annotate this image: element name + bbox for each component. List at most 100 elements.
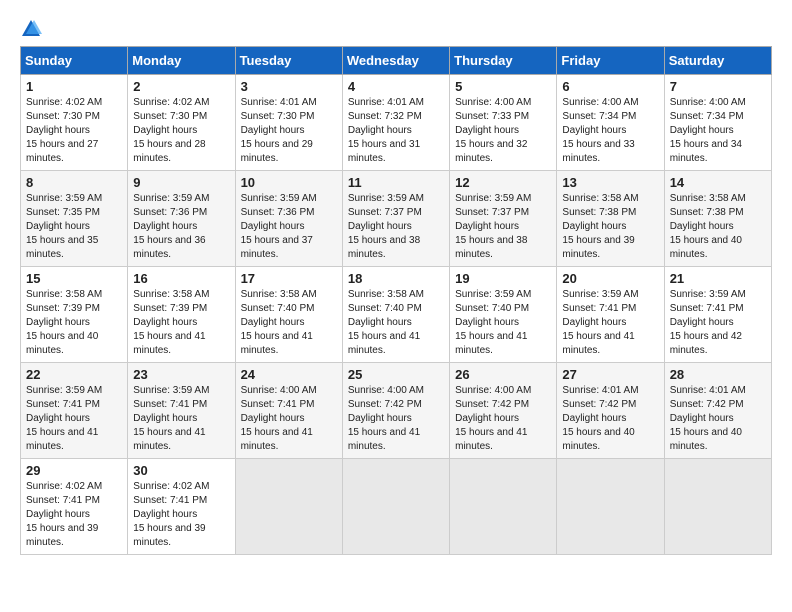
calendar-cell: 22 Sunrise: 3:59 AMSunset: 7:41 PMDayligh…: [21, 363, 128, 459]
day-number: 6: [562, 79, 658, 94]
calendar-cell: 30 Sunrise: 4:02 AMSunset: 7:41 PMDayligh…: [128, 459, 235, 555]
calendar-cell: 14 Sunrise: 3:58 AMSunset: 7:38 PMDayligh…: [664, 171, 771, 267]
cell-details: Sunrise: 4:00 AMSunset: 7:41 PMDaylight …: [241, 385, 317, 452]
day-number: 8: [26, 175, 122, 190]
calendar-cell: [557, 459, 664, 555]
day-number: 20: [562, 271, 658, 286]
cell-details: Sunrise: 3:59 AMSunset: 7:35 PMDaylight …: [26, 193, 102, 260]
calendar-cell: 18 Sunrise: 3:58 AMSunset: 7:40 PMDayligh…: [342, 267, 449, 363]
week-row-4: 29 Sunrise: 4:02 AMSunset: 7:41 PMDayligh…: [21, 459, 772, 555]
day-number: 14: [670, 175, 766, 190]
calendar-cell: 5 Sunrise: 4:00 AMSunset: 7:33 PMDaylight…: [450, 75, 557, 171]
calendar-cell: 28 Sunrise: 4:01 AMSunset: 7:42 PMDayligh…: [664, 363, 771, 459]
cell-details: Sunrise: 4:00 AMSunset: 7:34 PMDaylight …: [562, 97, 638, 164]
cell-details: Sunrise: 4:01 AMSunset: 7:32 PMDaylight …: [348, 97, 424, 164]
day-number: 3: [241, 79, 337, 94]
calendar-cell: 3Sunrise: 4:01 AMSunset: 7:30 PMDaylight…: [235, 75, 342, 171]
day-number: 1: [26, 79, 122, 94]
cell-details: Sunrise: 4:02 AMSunset: 7:41 PMDaylight …: [133, 481, 209, 548]
cell-details: Sunrise: 3:58 AMSunset: 7:40 PMDaylight …: [348, 289, 424, 356]
calendar-cell: 8 Sunrise: 3:59 AMSunset: 7:35 PMDaylight…: [21, 171, 128, 267]
day-number: 26: [455, 367, 551, 382]
cell-details: Sunrise: 4:00 AMSunset: 7:34 PMDaylight …: [670, 97, 746, 164]
weekday-header-monday: Monday: [128, 47, 235, 75]
day-number: 12: [455, 175, 551, 190]
cell-details: Sunrise: 3:58 AMSunset: 7:39 PMDaylight …: [26, 289, 102, 356]
calendar-table: SundayMondayTuesdayWednesdayThursdayFrid…: [20, 46, 772, 555]
day-number: 28: [670, 367, 766, 382]
weekday-header-sunday: Sunday: [21, 47, 128, 75]
day-number: 30: [133, 463, 229, 478]
calendar-cell: 23 Sunrise: 3:59 AMSunset: 7:41 PMDayligh…: [128, 363, 235, 459]
week-row-2: 15 Sunrise: 3:58 AMSunset: 7:39 PMDayligh…: [21, 267, 772, 363]
week-row-3: 22 Sunrise: 3:59 AMSunset: 7:41 PMDayligh…: [21, 363, 772, 459]
weekday-header-friday: Friday: [557, 47, 664, 75]
calendar-cell: 17 Sunrise: 3:58 AMSunset: 7:40 PMDayligh…: [235, 267, 342, 363]
calendar-cell: 2 Sunrise: 4:02 AMSunset: 7:30 PMDaylight…: [128, 75, 235, 171]
day-number: 29: [26, 463, 122, 478]
day-number: 15: [26, 271, 122, 286]
calendar-cell: 9 Sunrise: 3:59 AMSunset: 7:36 PMDaylight…: [128, 171, 235, 267]
cell-details: Sunrise: 4:01 AMSunset: 7:42 PMDaylight …: [670, 385, 746, 452]
day-number: 11: [348, 175, 444, 190]
day-number: 9: [133, 175, 229, 190]
cell-details: Sunrise: 4:00 AMSunset: 7:42 PMDaylight …: [455, 385, 531, 452]
calendar-cell: 19Sunrise: 3:59 AMSunset: 7:40 PMDayligh…: [450, 267, 557, 363]
calendar-cell: 12Sunrise: 3:59 AMSunset: 7:37 PMDayligh…: [450, 171, 557, 267]
cell-details: Sunrise: 4:02 AMSunset: 7:30 PMDaylight …: [26, 97, 102, 164]
day-number: 5: [455, 79, 551, 94]
cell-details: Sunrise: 3:58 AMSunset: 7:38 PMDaylight …: [562, 193, 638, 260]
day-number: 22: [26, 367, 122, 382]
day-number: 7: [670, 79, 766, 94]
calendar-cell: 20 Sunrise: 3:59 AMSunset: 7:41 PMDayligh…: [557, 267, 664, 363]
week-row-1: 8 Sunrise: 3:59 AMSunset: 7:35 PMDaylight…: [21, 171, 772, 267]
cell-details: Sunrise: 3:58 AMSunset: 7:40 PMDaylight …: [241, 289, 317, 356]
cell-details: Sunrise: 3:59 AMSunset: 7:41 PMDaylight …: [562, 289, 638, 356]
cell-details: Sunrise: 3:59 AMSunset: 7:36 PMDaylight …: [133, 193, 209, 260]
day-number: 19: [455, 271, 551, 286]
calendar-cell: [235, 459, 342, 555]
cell-details: Sunrise: 4:02 AMSunset: 7:30 PMDaylight …: [133, 97, 209, 164]
cell-details: Sunrise: 4:02 AMSunset: 7:41 PMDaylight …: [26, 481, 102, 548]
cell-details: Sunrise: 4:01 AMSunset: 7:42 PMDaylight …: [562, 385, 638, 452]
header-row: [20, 18, 772, 40]
day-number: 13: [562, 175, 658, 190]
calendar-cell: 15 Sunrise: 3:58 AMSunset: 7:39 PMDayligh…: [21, 267, 128, 363]
calendar-cell: 25 Sunrise: 4:00 AMSunset: 7:42 PMDayligh…: [342, 363, 449, 459]
weekday-header-row: SundayMondayTuesdayWednesdayThursdayFrid…: [21, 47, 772, 75]
calendar-cell: 6 Sunrise: 4:00 AMSunset: 7:34 PMDaylight…: [557, 75, 664, 171]
day-number: 4: [348, 79, 444, 94]
cell-details: Sunrise: 3:58 AMSunset: 7:39 PMDaylight …: [133, 289, 209, 356]
cell-details: Sunrise: 3:58 AMSunset: 7:38 PMDaylight …: [670, 193, 746, 260]
day-number: 27: [562, 367, 658, 382]
logo: [20, 18, 46, 40]
calendar-cell: 16Sunrise: 3:58 AMSunset: 7:39 PMDayligh…: [128, 267, 235, 363]
weekday-header-tuesday: Tuesday: [235, 47, 342, 75]
cell-details: Sunrise: 3:59 AMSunset: 7:41 PMDaylight …: [133, 385, 209, 452]
weekday-header-thursday: Thursday: [450, 47, 557, 75]
day-number: 17: [241, 271, 337, 286]
day-number: 18: [348, 271, 444, 286]
calendar-cell: 13 Sunrise: 3:58 AMSunset: 7:38 PMDayligh…: [557, 171, 664, 267]
day-number: 23: [133, 367, 229, 382]
calendar-cell: [342, 459, 449, 555]
calendar-cell: 27 Sunrise: 4:01 AMSunset: 7:42 PMDayligh…: [557, 363, 664, 459]
calendar-cell: [450, 459, 557, 555]
calendar-cell: 24Sunrise: 4:00 AMSunset: 7:41 PMDayligh…: [235, 363, 342, 459]
calendar-cell: [664, 459, 771, 555]
cell-details: Sunrise: 4:00 AMSunset: 7:33 PMDaylight …: [455, 97, 531, 164]
page: SundayMondayTuesdayWednesdayThursdayFrid…: [0, 0, 792, 612]
calendar-cell: 29 Sunrise: 4:02 AMSunset: 7:41 PMDayligh…: [21, 459, 128, 555]
cell-details: Sunrise: 3:59 AMSunset: 7:41 PMDaylight …: [26, 385, 102, 452]
day-number: 2: [133, 79, 229, 94]
day-number: 25: [348, 367, 444, 382]
cell-details: Sunrise: 4:00 AMSunset: 7:42 PMDaylight …: [348, 385, 424, 452]
cell-details: Sunrise: 3:59 AMSunset: 7:41 PMDaylight …: [670, 289, 746, 356]
calendar-cell: 1 Sunrise: 4:02 AMSunset: 7:30 PMDaylight…: [21, 75, 128, 171]
week-row-0: 1 Sunrise: 4:02 AMSunset: 7:30 PMDaylight…: [21, 75, 772, 171]
cell-details: Sunrise: 3:59 AMSunset: 7:37 PMDaylight …: [348, 193, 424, 260]
calendar-cell: 4 Sunrise: 4:01 AMSunset: 7:32 PMDaylight…: [342, 75, 449, 171]
day-number: 21: [670, 271, 766, 286]
calendar-cell: 10Sunrise: 3:59 AMSunset: 7:36 PMDayligh…: [235, 171, 342, 267]
calendar-cell: 7 Sunrise: 4:00 AMSunset: 7:34 PMDaylight…: [664, 75, 771, 171]
